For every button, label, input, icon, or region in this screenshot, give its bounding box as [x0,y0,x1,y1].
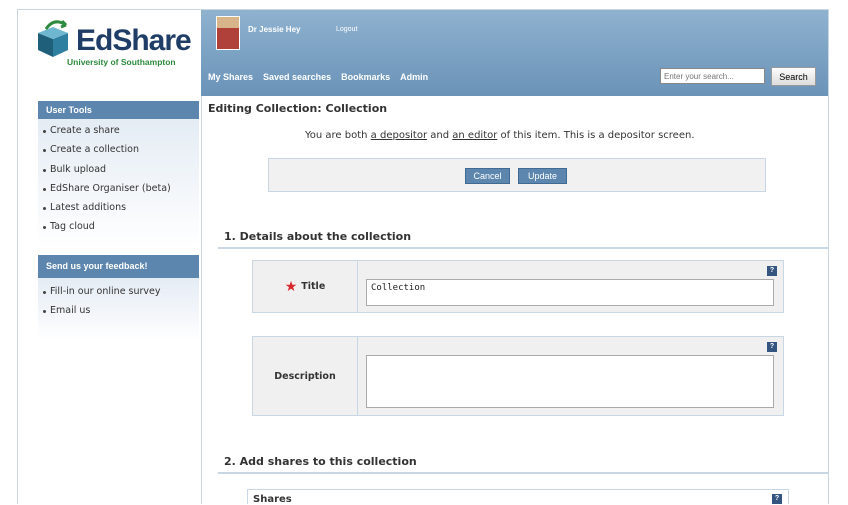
nav-my-shares[interactable]: My Shares [208,72,253,82]
brand-name: EdShare [76,24,192,57]
shares-panel: Shares ? [247,489,789,504]
main-nav: My Shares Saved searches Bookmarks Admin [208,72,428,82]
nav-saved-searches[interactable]: Saved searches [263,72,331,82]
user-tools-heading: User Tools [38,101,199,119]
sidebar-item-create-collection[interactable]: Create a collection [38,144,199,163]
intro-suffix: of this item. This is a depositor screen… [497,130,695,141]
section-divider [218,247,828,249]
box-logo-icon [38,19,68,57]
description-field-row: Description ? [252,336,784,416]
section-shares-title: 2. Add shares to this collection [224,455,417,468]
sidebar-item-email[interactable]: Email us [38,305,199,324]
sidebar-item-create-share[interactable]: Create a share [38,125,199,144]
section-details-title: 1. Details about the collection [224,230,412,243]
cancel-button[interactable]: Cancel [465,168,510,184]
sidebar-item-survey[interactable]: Fill-in our online survey [38,286,199,305]
nav-admin[interactable]: Admin [400,72,428,82]
help-icon[interactable]: ? [767,342,777,352]
intro-text: You are both a depositor and an editor o… [305,130,695,141]
app-frame: EdShare University of Southampton Dr Jes… [17,9,829,504]
intro-prefix: You are both [305,130,371,141]
depositor-link[interactable]: a depositor [371,130,427,141]
required-star-icon: ★ [284,278,298,295]
logout-link[interactable]: Logout [336,26,357,33]
help-icon[interactable]: ? [772,494,782,504]
description-textarea[interactable] [366,355,774,408]
search-input[interactable] [660,68,765,84]
title-field-row: ★ Title ? Collection [252,260,784,313]
sidebar-item-latest-additions[interactable]: Latest additions [38,202,199,221]
editor-link[interactable]: an editor [452,130,497,141]
sidebar-item-tag-cloud[interactable]: Tag cloud [38,221,199,240]
intro-and: and [427,130,453,141]
section-divider [218,472,828,474]
sidebar-item-bulk-upload[interactable]: Bulk upload [38,164,199,183]
description-label: Description [253,337,358,415]
title-input[interactable]: Collection [366,279,774,306]
user-name[interactable]: Dr Jessie Hey [248,25,300,34]
user-tools-list: Create a share Create a collection Bulk … [38,119,199,248]
page-title: Editing Collection: Collection [208,102,388,115]
shares-label: Shares [253,494,292,504]
feedback-heading: Send us your feedback! [38,255,199,278]
update-button[interactable]: Update [518,168,567,184]
search-button[interactable]: Search [771,67,816,86]
main-content: Editing Collection: Collection You are b… [202,96,828,504]
sidebar-item-organiser[interactable]: EdShare Organiser (beta) [38,183,199,202]
logo[interactable]: EdShare University of Southampton [18,10,201,96]
brand-subtitle: University of Southampton [67,57,176,67]
nav-bookmarks[interactable]: Bookmarks [341,72,390,82]
sidebar: User Tools Create a share Create a colle… [18,96,202,504]
action-bar: Cancel Update [268,158,766,192]
title-label: ★ Title [253,261,358,312]
feedback-list: Fill-in our online survey Email us [38,278,199,341]
top-header: Dr Jessie Hey Logout My Shares Saved sea… [201,10,828,96]
help-icon[interactable]: ? [767,266,777,276]
avatar [216,16,240,50]
